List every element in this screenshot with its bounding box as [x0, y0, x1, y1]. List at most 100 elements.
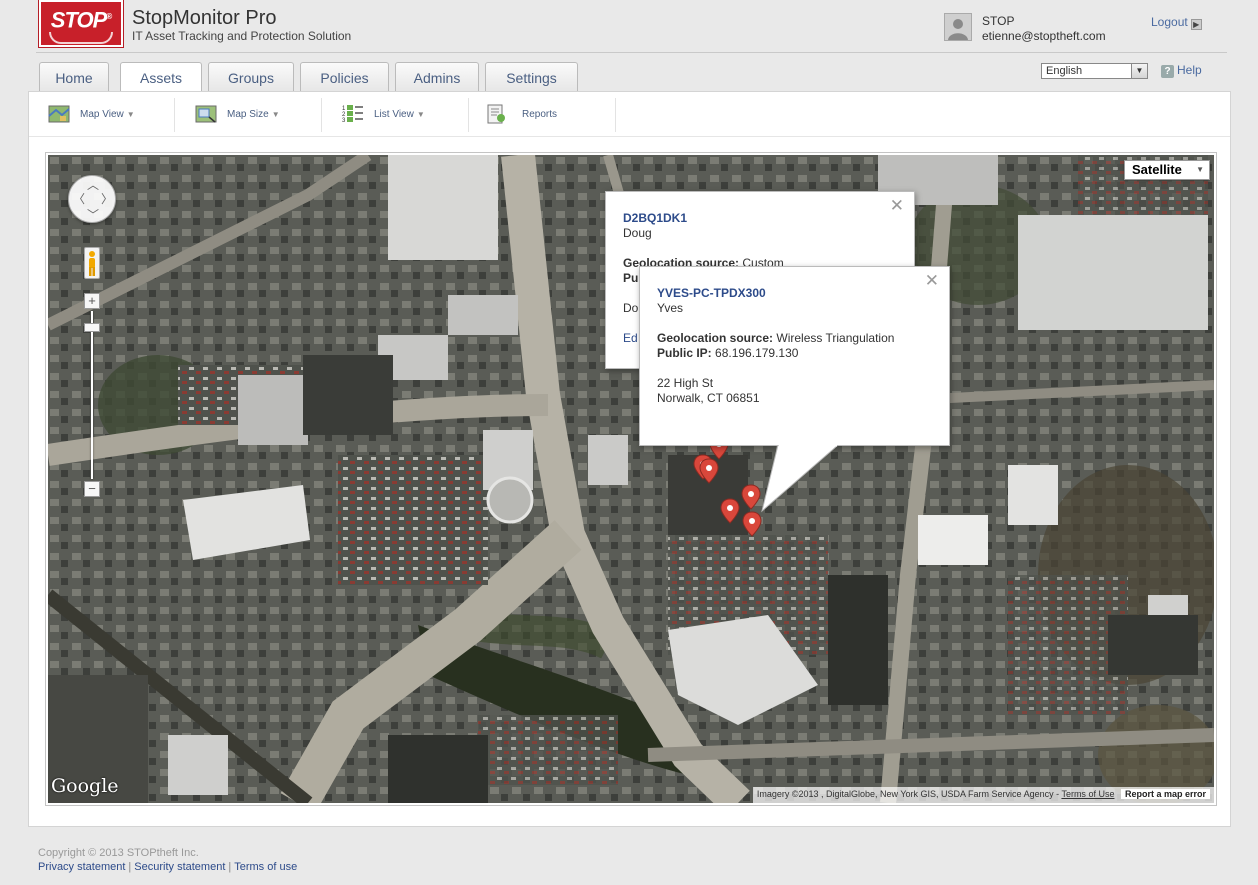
report-map-error-link[interactable]: Report a map error	[1120, 789, 1210, 799]
map-view-label: Map View	[80, 109, 124, 120]
help-link[interactable]: ? Help	[1161, 63, 1202, 78]
zoom-in-button[interactable]: +	[84, 293, 100, 309]
separator: |	[228, 861, 232, 873]
map-marker-icon[interactable]	[720, 498, 740, 524]
geolocation-line: Geolocation source: Wireless Triangulati…	[657, 331, 894, 345]
list-view-button[interactable]: 1 2 3 List View ▼	[342, 98, 469, 132]
map-attribution: Imagery ©2013 , DigitalGlobe, New York G…	[752, 787, 1214, 803]
assets-panel: Map View ▼ Map Size ▼ 1 2 3 List View ▼ …	[28, 91, 1231, 827]
stop-logo[interactable]: STOP®	[39, 0, 123, 47]
reports-label: Reports	[522, 109, 558, 120]
caret-down-icon: ▼	[271, 110, 280, 119]
pan-right-icon[interactable]: 〉	[101, 193, 113, 205]
map-size-label: Map Size	[227, 109, 269, 120]
satellite-map[interactable]: ︿ ﹀ 〈 〉 + − Satellite ▼ Google Imagery ©…	[48, 155, 1214, 803]
map-toolbar: Map View ▼ Map Size ▼ 1 2 3 List View ▼ …	[29, 92, 1230, 137]
tab-label: Assets	[139, 70, 182, 86]
address-partial: Do	[623, 301, 639, 315]
public-ip-line: Pu	[623, 271, 638, 285]
tab-admins[interactable]: Admins	[395, 62, 479, 92]
zoom-slider-track[interactable]	[91, 311, 93, 479]
tab-label: Policies	[320, 70, 369, 86]
device-user: Doug	[623, 226, 652, 240]
map-size-icon	[195, 105, 217, 123]
terms-of-use-link[interactable]: Terms of use	[234, 861, 297, 873]
app-title: StopMonitor Pro	[132, 7, 277, 29]
public-ip-line: Public IP: 68.196.179.130	[657, 346, 798, 360]
tab-groups[interactable]: Groups	[208, 62, 294, 92]
zoom-out-button[interactable]: −	[84, 481, 100, 497]
caret-down-icon: ▼	[126, 110, 135, 119]
tab-label: Groups	[228, 70, 274, 86]
help-icon: ?	[1161, 65, 1174, 78]
map-view-button[interactable]: Map View ▼	[48, 98, 175, 132]
ip-value: 68.196.179.130	[715, 346, 799, 360]
device-name-link[interactable]: YVES-PC-TPDX300	[657, 286, 766, 300]
infowindow-yves-pc: ✕ YVES-PC-TPDX300 Yves Geolocation sourc…	[639, 266, 950, 446]
chevron-down-icon: ▼	[1131, 64, 1147, 78]
logout-label: Logout	[1151, 15, 1188, 29]
pan-up-icon[interactable]: ︿	[87, 179, 99, 191]
header: STOP® StopMonitor Pro IT Asset Tracking …	[0, 0, 1258, 53]
pan-left-icon[interactable]: 〈	[73, 193, 85, 205]
map-type-selected: Satellite	[1132, 162, 1182, 177]
svg-text:3: 3	[342, 118, 346, 124]
security-statement-link[interactable]: Security statement	[134, 861, 225, 873]
user-email: etienne@stoptheft.com	[982, 29, 1106, 43]
logo-swoosh	[49, 32, 113, 44]
map-marker-icon[interactable]	[742, 511, 762, 537]
tab-label: Settings	[506, 70, 557, 86]
logo-reg: ®	[106, 12, 112, 21]
zoom-slider-handle[interactable]	[84, 323, 100, 332]
separator: |	[128, 861, 132, 873]
device-user: Yves	[657, 301, 684, 315]
tab-settings[interactable]: Settings	[485, 62, 578, 92]
tab-label: Home	[55, 70, 93, 86]
list-view-label: List View	[374, 109, 414, 120]
language-selected: English	[1046, 65, 1083, 77]
geo-value: Wireless Triangulation	[776, 331, 895, 345]
pan-down-icon[interactable]: ﹀	[87, 209, 99, 221]
map-size-button[interactable]: Map Size ▼	[195, 98, 322, 132]
address-line-1: 22 High St	[657, 376, 714, 390]
logout-link[interactable]: Logout ▶	[1151, 15, 1202, 30]
avatar-silhouette-icon	[945, 14, 971, 40]
logo-text: STOP	[50, 7, 108, 33]
chevron-down-icon: ▼	[1196, 165, 1204, 174]
logout-arrow-icon: ▶	[1190, 19, 1202, 30]
app-root: STOP® StopMonitor Pro IT Asset Tracking …	[0, 0, 1258, 885]
ip-label-partial: Pu	[623, 271, 639, 285]
user-name: STOP	[982, 14, 1015, 28]
privacy-statement-link[interactable]: Privacy statement	[38, 861, 125, 873]
tab-label: Admins	[413, 70, 461, 86]
imagery-credit: Imagery ©2013 , DigitalGlobe, New York G…	[756, 789, 1060, 799]
language-select[interactable]: English ▼	[1041, 63, 1148, 79]
reports-button[interactable]: Reports	[485, 98, 616, 132]
geo-label: Geolocation source:	[657, 331, 774, 345]
device-name-link[interactable]: D2BQ1DK1	[623, 211, 687, 225]
pan-control[interactable]: ︿ ﹀ 〈 〉	[68, 175, 116, 223]
google-logo[interactable]: Google	[51, 775, 119, 797]
reports-icon	[487, 104, 505, 124]
close-icon[interactable]: ✕	[890, 197, 904, 214]
tab-policies[interactable]: Policies	[300, 62, 389, 92]
street-view-pegman-icon[interactable]	[84, 247, 100, 279]
help-label: Help	[1177, 63, 1202, 77]
list-view-icon: 1 2 3	[342, 105, 363, 124]
infowindow-pointer	[761, 445, 838, 513]
tab-assets[interactable]: Assets	[120, 62, 202, 93]
footer-links: Privacy statement | Security statement | Ter…	[38, 861, 297, 873]
toolbar-divider	[29, 136, 1230, 137]
user-avatar-icon	[944, 13, 972, 41]
copyright: Copyright © 2013 STOPtheft Inc.	[38, 847, 199, 859]
edit-link-partial[interactable]: Ed	[623, 331, 638, 345]
terms-of-use-link[interactable]: Terms of Use	[1061, 789, 1114, 799]
app-subtitle: IT Asset Tracking and Protection Solutio…	[132, 29, 352, 43]
map-type-select[interactable]: Satellite ▼	[1124, 160, 1210, 180]
close-icon[interactable]: ✕	[925, 272, 939, 289]
tab-home[interactable]: Home	[39, 62, 109, 92]
map-frame: ︿ ﹀ 〈 〉 + − Satellite ▼ Google Imagery ©…	[45, 152, 1217, 806]
address-line-2: Norwalk, CT 06851	[657, 391, 760, 405]
ip-label: Public IP:	[657, 346, 712, 360]
caret-down-icon: ▼	[416, 110, 425, 119]
